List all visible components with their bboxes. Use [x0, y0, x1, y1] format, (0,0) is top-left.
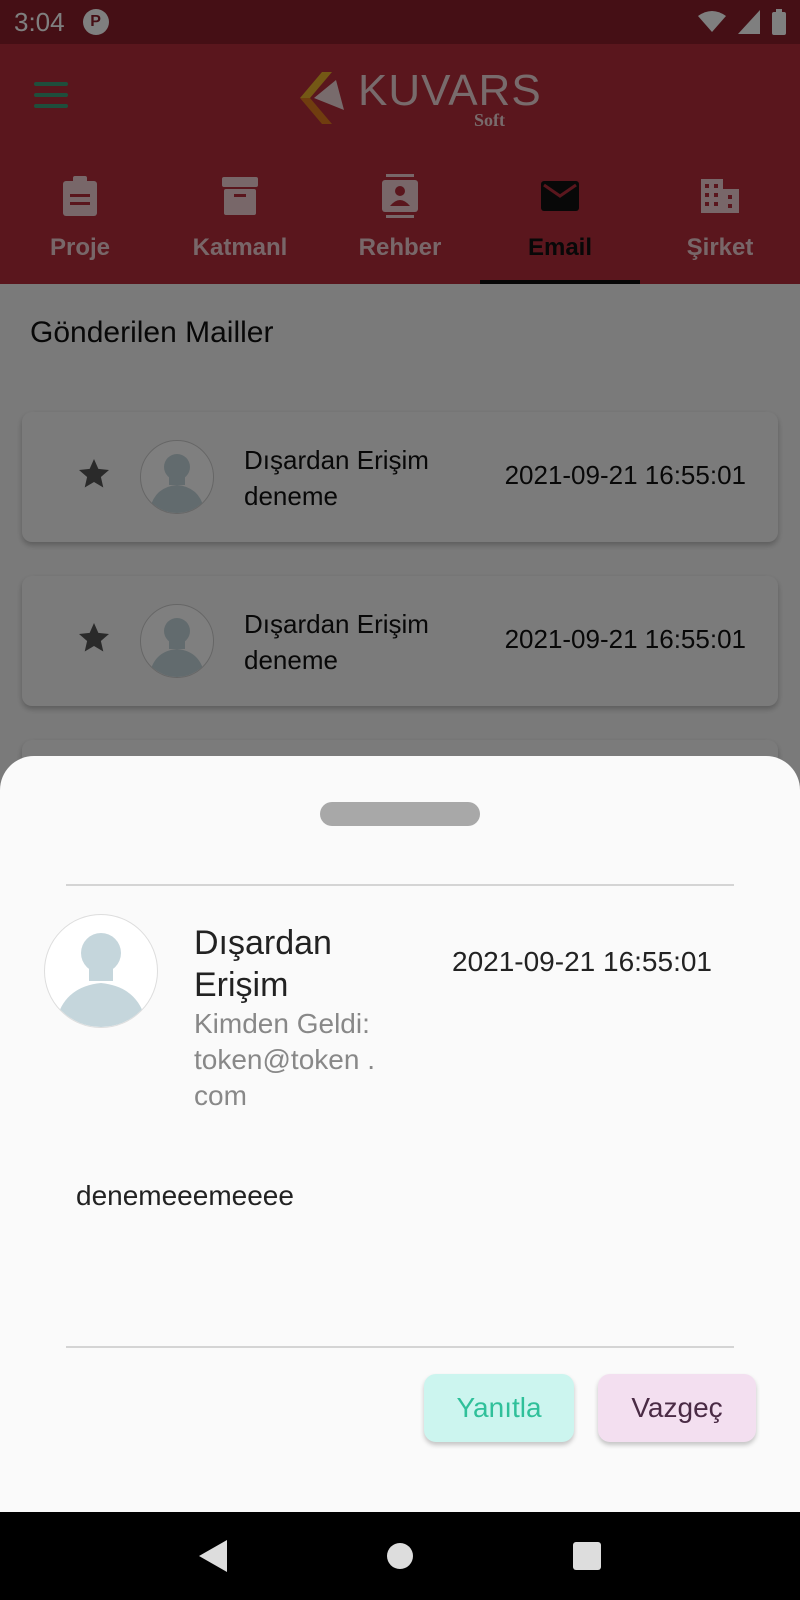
drag-handle[interactable] — [320, 802, 480, 826]
sender-avatar — [44, 914, 158, 1028]
mail-date: 2021-09-21 16:55:01 — [452, 946, 712, 977]
divider — [66, 884, 734, 886]
sender-name: Dışardan Erişim — [194, 924, 332, 1004]
home-icon[interactable] — [370, 1526, 430, 1586]
recents-icon[interactable] — [557, 1526, 617, 1586]
mail-body: denemeeemeeee — [76, 1180, 294, 1211]
system-nav-bar — [0, 1512, 800, 1600]
mail-detail-sheet: Dışardan Erişim Kimden Geldi: token@toke… — [0, 756, 800, 1512]
back-icon[interactable] — [183, 1526, 243, 1586]
divider — [66, 1346, 734, 1348]
sender-email: Kimden Geldi: token@token .com — [194, 1008, 375, 1111]
cancel-button[interactable]: Vazgeç — [598, 1374, 756, 1442]
reply-button[interactable]: Yanıtla — [424, 1374, 574, 1442]
